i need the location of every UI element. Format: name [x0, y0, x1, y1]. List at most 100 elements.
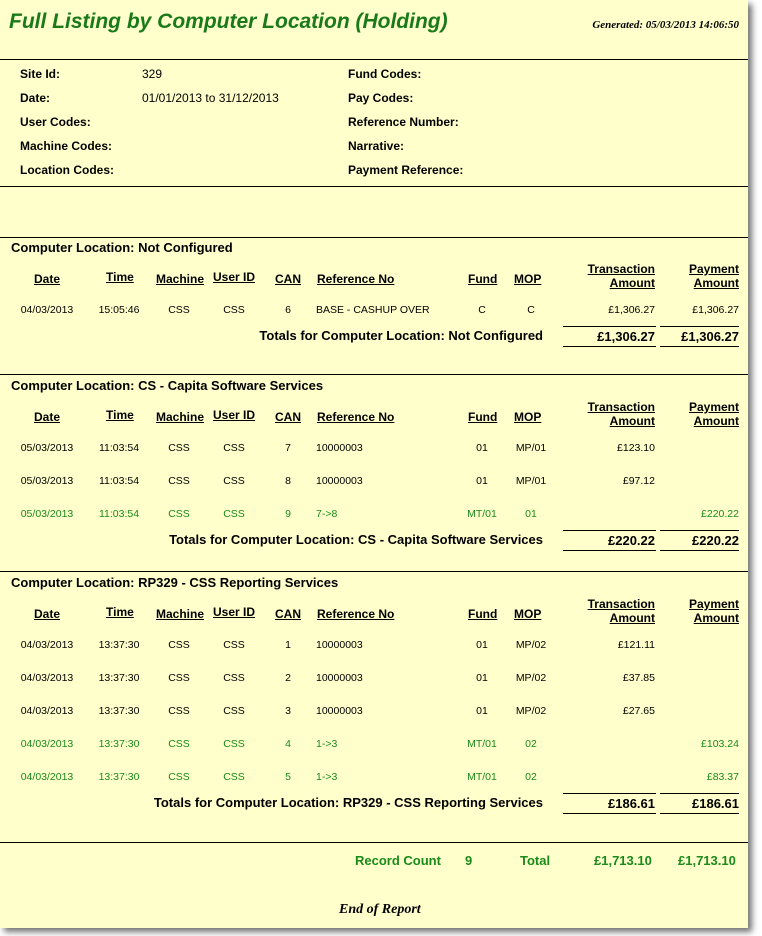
column-header-transaction-amount: Transaction Amount [587, 400, 655, 428]
cell-reference-no: 10000003 [316, 639, 363, 651]
section-totals-label: Totals for Computer Location: Not Config… [259, 328, 543, 343]
cell-mop: MP/02 [515, 705, 547, 717]
column-header-machine: Machine [156, 410, 205, 424]
cell-machine: CSS [168, 639, 190, 651]
column-header-payment-amount: Payment Amount [688, 597, 739, 625]
cell-user-id: CSS [223, 672, 245, 684]
column-header-mop: MOP [514, 410, 542, 424]
cell-mop: 02 [525, 738, 537, 750]
cell-can: 6 [285, 304, 291, 316]
column-header-transaction-amount: Transaction Amount [587, 262, 655, 290]
divider [0, 571, 748, 572]
cell-mop: 01 [525, 508, 537, 520]
cell-machine: CSS [168, 705, 190, 717]
cell-payment-amount: £83.37 [706, 771, 739, 783]
cell-reference-no: 7->8 [316, 508, 338, 520]
column-header-time: Time [106, 270, 134, 284]
cell-fund: 01 [476, 705, 488, 717]
cell-payment-amount: £1,306.27 [692, 304, 739, 316]
criteria-value: 01/01/2013 to 31/12/2013 [142, 91, 279, 105]
cell-user-id: CSS [223, 705, 245, 717]
cell-machine: CSS [168, 475, 190, 487]
cell-date: 05/03/2013 [20, 442, 74, 454]
cell-transaction-amount: £123.10 [617, 442, 655, 454]
total-rule-top [660, 793, 739, 794]
cell-mop: MP/01 [515, 442, 547, 454]
cell-date: 04/03/2013 [20, 304, 74, 316]
total-rule-bottom [563, 813, 656, 814]
cell-fund: MT/01 [467, 508, 497, 520]
cell-time: 13:37:30 [98, 705, 140, 717]
column-header-fund: Fund [468, 272, 498, 286]
column-header-can: CAN [275, 607, 301, 621]
cell-reference-no: 10000003 [316, 442, 363, 454]
cell-fund: C [478, 304, 486, 316]
column-header-date: Date [34, 607, 61, 621]
cell-fund: 01 [476, 475, 488, 487]
cell-fund: MT/01 [467, 771, 497, 783]
total-rule-bottom [660, 346, 739, 347]
cell-machine: CSS [168, 442, 190, 454]
column-header-user-id: User ID [213, 270, 256, 284]
cell-can: 2 [285, 672, 291, 684]
divider [0, 186, 748, 187]
cell-reference-no: 1->3 [316, 771, 338, 783]
cell-user-id: CSS [223, 475, 245, 487]
cell-fund: 01 [476, 639, 488, 651]
criteria-label: Site Id: [20, 67, 61, 81]
cell-can: 4 [285, 738, 291, 750]
cell-machine: CSS [168, 304, 190, 316]
criteria-label: Machine Codes: [20, 139, 113, 153]
record-count-label: Record Count [355, 853, 441, 868]
column-header-fund: Fund [468, 410, 498, 424]
criteria-label: Location Codes: [20, 163, 115, 177]
cell-fund: 01 [476, 442, 488, 454]
total-rule-top [563, 793, 656, 794]
cell-can: 8 [285, 475, 291, 487]
column-header-user-id: User ID [213, 408, 256, 422]
column-header-date: Date [34, 272, 61, 286]
divider [0, 237, 748, 238]
cell-date: 04/03/2013 [20, 672, 74, 684]
total-rule-bottom [660, 550, 739, 551]
column-header-fund: Fund [468, 607, 498, 621]
section-total-transaction: £186.61 [608, 796, 655, 811]
column-header-machine: Machine [156, 607, 205, 621]
section-totals-label: Totals for Computer Location: RP329 - CS… [153, 795, 543, 810]
cell-machine: CSS [168, 738, 190, 750]
cell-transaction-amount: £1,306.27 [608, 304, 655, 316]
grand-total-payment: £1,713.10 [678, 853, 736, 868]
column-header-transaction-amount: Transaction Amount [587, 597, 655, 625]
cell-can: 5 [285, 771, 291, 783]
cell-transaction-amount: £121.11 [617, 639, 655, 651]
cell-fund: MT/01 [467, 738, 497, 750]
total-rule-bottom [660, 813, 739, 814]
criteria-label: Payment Reference: [348, 163, 464, 177]
cell-user-id: CSS [223, 304, 245, 316]
section-totals-label: Totals for Computer Location: CS - Capit… [169, 532, 543, 547]
grand-total-label: Total [520, 853, 551, 868]
cell-time: 11:03:54 [98, 442, 140, 454]
criteria-label: Reference Number: [348, 115, 459, 129]
cell-transaction-amount: £97.12 [622, 475, 655, 487]
criteria-value: 329 [142, 67, 163, 81]
section-total-payment: £1,306.27 [681, 329, 739, 344]
cell-reference-no: 10000003 [316, 705, 363, 717]
cell-time: 11:03:54 [98, 475, 140, 487]
cell-time: 13:37:30 [98, 771, 140, 783]
section-title: Computer Location: Not Configured [11, 240, 233, 255]
cell-mop: 02 [525, 771, 537, 783]
total-rule-bottom [563, 346, 656, 347]
section-total-transaction: £220.22 [608, 533, 655, 548]
total-rule-top [563, 530, 656, 531]
criteria-label: Date: [20, 91, 51, 105]
cell-date: 04/03/2013 [20, 738, 74, 750]
section-total-payment: £186.61 [692, 796, 739, 811]
column-header-can: CAN [275, 410, 301, 424]
cell-mop: MP/01 [515, 475, 547, 487]
column-header-can: CAN [275, 272, 301, 286]
cell-can: 9 [285, 508, 291, 520]
cell-time: 13:37:30 [98, 672, 140, 684]
cell-date: 04/03/2013 [20, 705, 74, 717]
cell-user-id: CSS [223, 639, 245, 651]
